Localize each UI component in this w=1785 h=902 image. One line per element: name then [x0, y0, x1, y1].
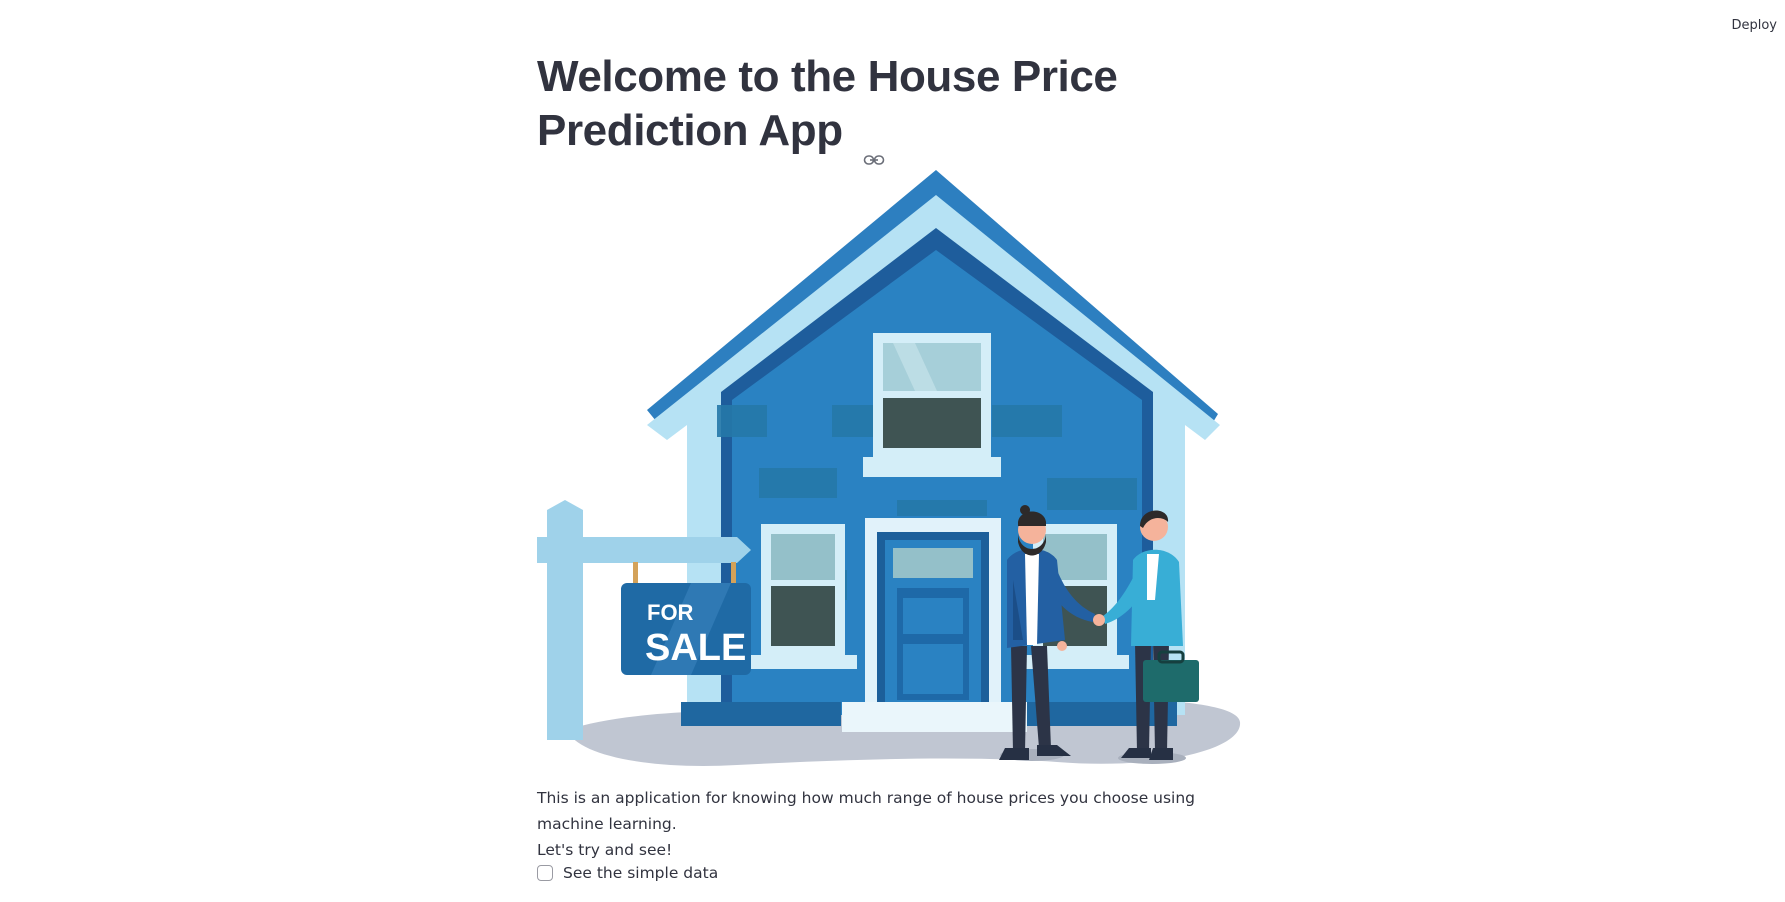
sign-arm — [537, 537, 751, 563]
link-icon[interactable] — [863, 126, 885, 166]
title-line-2: Prediction App — [537, 106, 843, 155]
front-steps — [842, 702, 1027, 732]
see-simple-data-checkbox[interactable]: See the simple data — [537, 864, 718, 882]
title-line-1: Welcome to the House Price — [537, 52, 1118, 101]
sign-post — [547, 500, 583, 740]
sign-text-for: FOR — [647, 600, 694, 625]
deploy-button[interactable]: Deploy — [1731, 18, 1777, 33]
sign-text-sale: SALE — [645, 627, 746, 669]
briefcase — [1143, 660, 1199, 702]
house-for-sale-illustration: FOR SALE — [537, 170, 1241, 766]
checkbox-box[interactable] — [537, 865, 553, 881]
top-bar: Deploy — [0, 0, 1785, 56]
description: This is an application for knowing how m… — [537, 785, 1247, 863]
page-title: Welcome to the House Price Prediction Ap… — [537, 50, 1157, 166]
description-line-2: Let's try and see! — [537, 841, 673, 859]
checkbox-label[interactable]: See the simple data — [563, 864, 718, 882]
description-line-1: This is an application for knowing how m… — [537, 789, 1196, 833]
